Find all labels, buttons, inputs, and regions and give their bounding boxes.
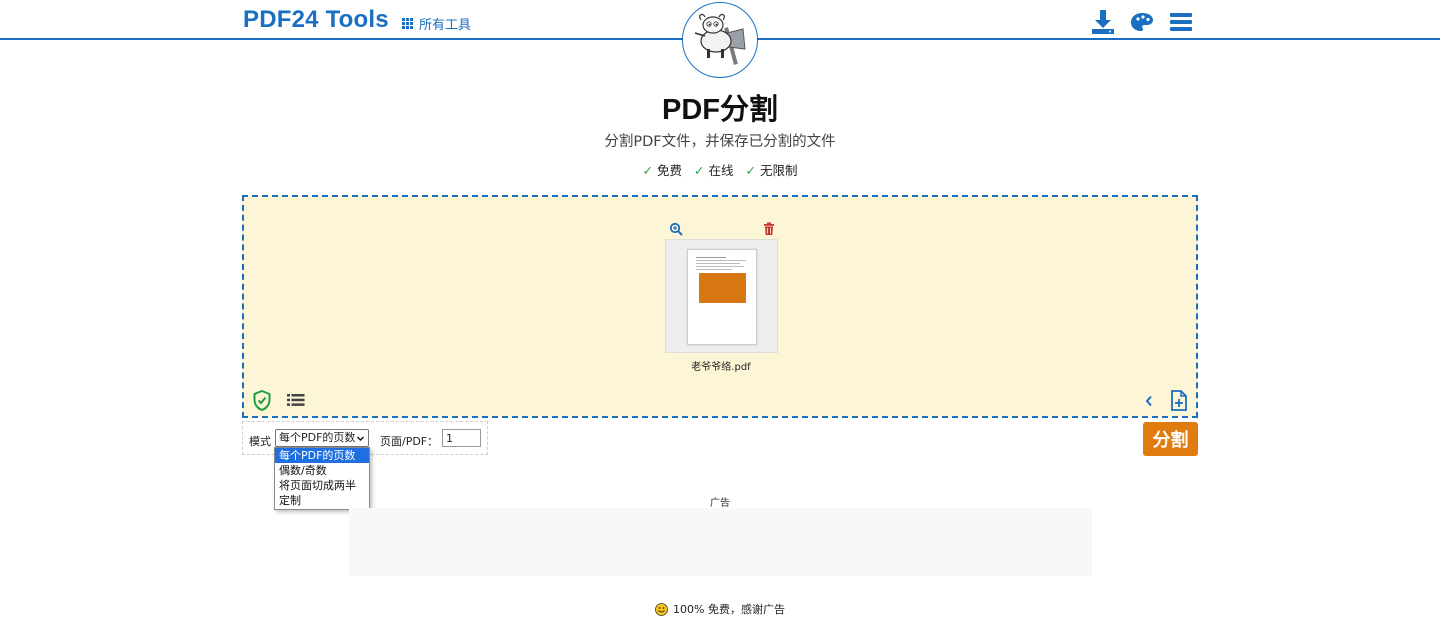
- feature-online: ✓ 在线: [694, 163, 734, 178]
- mascot-sheep-icon: [694, 13, 746, 65]
- chevron-down-icon: [357, 436, 364, 441]
- file-thumbnail[interactable]: [665, 239, 778, 353]
- pages-per-pdf-input[interactable]: [442, 429, 481, 447]
- all-tools-link[interactable]: 所有工具: [402, 14, 471, 33]
- smile-icon: [655, 602, 668, 616]
- shield-check-icon[interactable]: [253, 390, 271, 411]
- mode-selected-value: 每个PDF的页数: [279, 431, 356, 444]
- palette-icon[interactable]: [1129, 9, 1155, 35]
- header-actions: [1090, 9, 1194, 35]
- file-name: 老爷爷络.pdf: [691, 362, 751, 373]
- split-button[interactable]: 分割: [1143, 422, 1198, 456]
- feature-free: ✓ 免费: [642, 163, 683, 178]
- grid-icon: [402, 18, 413, 29]
- trash-icon[interactable]: [762, 222, 776, 236]
- ad-thanks-text: 100% 免费，感谢广告: [673, 603, 785, 616]
- feature-list: ✓ 免费 ✓ 在线 ✓ 无限制: [0, 160, 1440, 179]
- pdf-page-preview: [687, 249, 757, 345]
- mode-option-cut-in-half[interactable]: 将页面切成两半: [275, 478, 369, 493]
- check-icon: ✓: [642, 163, 653, 178]
- chevron-left-icon[interactable]: [1144, 395, 1154, 407]
- download-icon[interactable]: [1090, 9, 1116, 35]
- ad-label: 广告: [710, 498, 730, 509]
- ad-banner[interactable]: [349, 508, 1092, 576]
- feature-unlimited: ✓ 无限制: [745, 163, 798, 178]
- brand-logo-text[interactable]: PDF24 Tools: [243, 6, 389, 34]
- mode-label: 模式: [249, 435, 271, 448]
- pdf-image-preview: [699, 273, 746, 303]
- mode-option-pages-per-pdf[interactable]: 每个PDF的页数: [275, 448, 369, 463]
- zoom-in-icon[interactable]: [669, 222, 683, 236]
- check-icon: ✓: [694, 163, 705, 178]
- add-file-icon[interactable]: [1170, 390, 1188, 411]
- mode-select[interactable]: 每个PDF的页数: [275, 429, 369, 447]
- check-icon: ✓: [745, 163, 756, 178]
- list-view-icon[interactable]: [287, 393, 305, 407]
- mascot-logo[interactable]: [682, 2, 758, 78]
- file-drop-zone[interactable]: 老爷爷络.pdf: [242, 195, 1198, 418]
- page-subtitle: 分割PDF文件，并保存已分割的文件: [604, 134, 836, 150]
- pages-per-pdf-label: 页面/PDF：: [380, 435, 439, 448]
- ad-thanks-note: 100% 免费，感谢广告: [0, 601, 1440, 617]
- menu-icon[interactable]: [1168, 9, 1194, 35]
- all-tools-label: 所有工具: [419, 18, 472, 33]
- page-title: PDF分割: [661, 94, 778, 126]
- mode-option-even-odd[interactable]: 偶数/奇数: [275, 463, 369, 478]
